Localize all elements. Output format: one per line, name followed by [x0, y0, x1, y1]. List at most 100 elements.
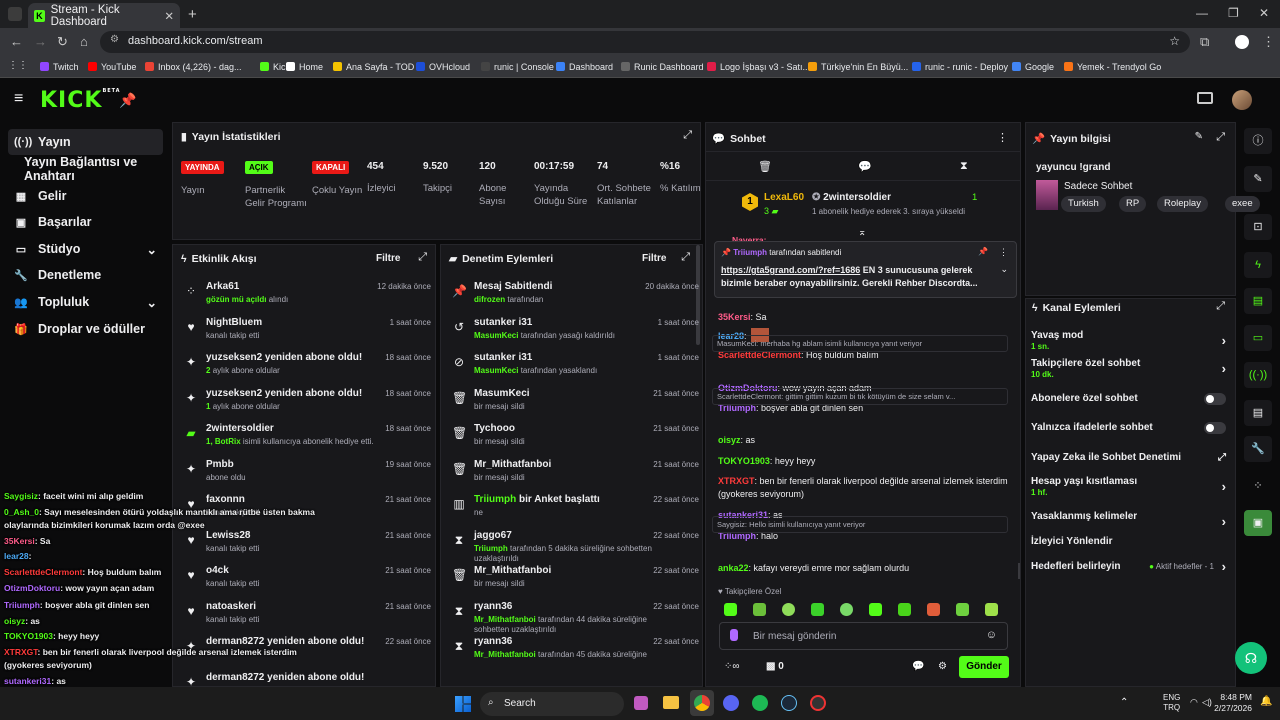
chat-icon[interactable]: ▭: [1244, 325, 1272, 351]
chat-message[interactable]: TOKYO1903: heyy heyy: [718, 455, 1008, 468]
home-icon[interactable]: ⌂: [80, 34, 88, 49]
tag-chip[interactable]: Turkish: [1061, 196, 1106, 212]
list-item[interactable]: ♥ natoaskeri kanalı takip etti 21 saat önce: [181, 601, 431, 635]
apps-icon[interactable]: ⋮⋮: [8, 60, 28, 71]
chat-message[interactable]: XTRXGT: ben bir fenerli olarak liverpool…: [718, 475, 1008, 501]
list-item[interactable]: ⁘ Arka61 gözün mü açıldı alındı 12 dakika ö…: [181, 281, 431, 315]
list-item[interactable]: ♥ Lewiss28 kanalı takip etti 21 saat önce: [181, 530, 431, 564]
avatar[interactable]: [1232, 90, 1252, 110]
sidebar-item-gelir[interactable]: ▦ Gelir: [8, 183, 163, 209]
bookmark-item[interactable]: Ana Sayfa - TOD: [333, 62, 414, 72]
bookmark-item[interactable]: Logo İşbaşı v3 - Satı...: [707, 62, 810, 72]
discord-icon[interactable]: [723, 695, 739, 711]
tray-chevron-icon[interactable]: ⌃: [1120, 697, 1128, 708]
list-item[interactable]: ⧗ ryann36 Mr_Mithatfanboi tarafından 45 da…: [449, 636, 699, 670]
list-item[interactable]: ⊘ sutanker i31 MasumKeci tarafından yasakl…: [449, 352, 699, 386]
channel-points-icon[interactable]: ⁘∞: [724, 661, 740, 672]
chrome-icon[interactable]: [694, 695, 710, 711]
bookmark-item[interactable]: Inbox (4,226) - dag...: [145, 62, 242, 72]
sidebar-item-topluluk[interactable]: 👥 Topluluk ⌄: [8, 289, 163, 315]
edit-icon[interactable]: ✎: [1244, 166, 1272, 192]
chevron-right-icon[interactable]: ›: [1222, 514, 1226, 529]
emote[interactable]: [811, 603, 824, 616]
channel-action-item[interactable]: Yavaş mod 1 sn. ›: [1031, 330, 1226, 352]
pinned-message[interactable]: 📌 Triiumph tarafından sabitlendi 📌 ⋮ ⌄ h…: [714, 241, 1017, 298]
pinned-menu-icon[interactable]: ⋮: [999, 247, 1008, 258]
chevron-right-icon[interactable]: ›: [1222, 479, 1226, 494]
chat-settings-icon[interactable]: ⚙: [938, 661, 947, 672]
channel-action-item[interactable]: İzleyici Yönlendir: [1031, 536, 1226, 558]
emote[interactable]: [956, 603, 969, 616]
channel-action-item[interactable]: Yasaklanmış kelimeler ›: [1031, 511, 1226, 533]
tag-chip[interactable]: Roleplay: [1157, 196, 1208, 212]
chevron-right-icon[interactable]: ›: [1222, 333, 1226, 348]
list-item[interactable]: ▰ 2wintersoldier 1, BotRix isimli kullanıc…: [181, 423, 431, 457]
chat-message-input[interactable]: Bir mesaj gönderin ☺: [719, 622, 1008, 650]
popout-icon[interactable]: ⤢: [681, 251, 690, 264]
support-headset-icon[interactable]: ☊: [1235, 642, 1267, 674]
list-item[interactable]: 🗑 Mr_Mithatfanboi bir mesajı sildi 22 saat …: [449, 565, 699, 599]
bookmark-item[interactable]: Dashboard: [556, 62, 613, 72]
chat-bubble-icon[interactable]: 💬: [858, 160, 872, 173]
tag-chip[interactable]: RP: [1119, 196, 1147, 212]
emote[interactable]: [898, 603, 911, 616]
windows-start-icon[interactable]: [455, 696, 471, 712]
chat-scrollbar[interactable]: [1018, 563, 1020, 579]
obs-icon[interactable]: [810, 695, 826, 711]
close-tab-icon[interactable]: ✕: [164, 9, 174, 23]
list-item[interactable]: ✦ derman8272 yeniden abone oldu!: [181, 672, 431, 687]
site-info-icon[interactable]: ⚙: [110, 34, 119, 45]
moderation-filter-button[interactable]: Filtre: [642, 253, 666, 264]
list-item[interactable]: ⧗ jaggo67 Triiumph tarafından 5 dakika sür…: [449, 530, 699, 564]
sidebar-item-stream-key[interactable]: Yayın Bağlantısı ve Anahtarı: [8, 155, 163, 183]
emote[interactable]: [985, 603, 998, 616]
chat-users-icon[interactable]: 💬: [912, 661, 924, 672]
microphone-icon[interactable]: [730, 629, 738, 641]
pin-icon[interactable]: 📌: [119, 92, 136, 109]
screenshot-icon[interactable]: ⊡: [1244, 214, 1272, 240]
app-icon[interactable]: ▣: [1244, 510, 1272, 536]
list-item[interactable]: ♥ NightBluem kanalı takip etti 1 saat önce: [181, 317, 431, 351]
wifi-icon[interactable]: ◠: [1190, 697, 1198, 708]
sidebar-item-yayin[interactable]: ((·)) Yayın: [8, 129, 163, 155]
popout-icon[interactable]: ⤢: [418, 251, 427, 264]
list-item[interactable]: 🗑 Tychooo bir mesajı sildi 21 saat önce: [449, 423, 699, 457]
channel-action-item[interactable]: Hesap yaşı kısıtlaması 1 hf. ›: [1031, 476, 1226, 498]
bookmark-item[interactable]: runic - runic - Deploy: [912, 62, 1008, 72]
popout-icon[interactable]: ⤢: [683, 129, 692, 142]
list-item[interactable]: ✦ Pmbb abone oldu 19 saat önce: [181, 459, 431, 493]
taskbar-search[interactable]: ⌕ Search: [480, 692, 624, 716]
wrench-icon[interactable]: 🔧: [1244, 436, 1272, 462]
activity-filter-button[interactable]: Filtre: [376, 253, 400, 264]
trash-icon[interactable]: 🗑: [758, 160, 772, 173]
restore-icon[interactable]: ❐: [1228, 6, 1239, 20]
info-icon[interactable]: ⓘ: [1244, 128, 1272, 154]
kick-logo[interactable]: KICKBETA: [40, 88, 121, 113]
sidebar-item-droplar[interactable]: 🎁 Droplar ve ödüller: [8, 316, 163, 342]
list-item[interactable]: ↺ sutanker i31 MasumKeci tarafından yasağı…: [449, 317, 699, 351]
list-item[interactable]: 🗑 Mr_Mithatfanboi bir mesajı sildi 21 saat …: [449, 459, 699, 493]
language-indicator[interactable]: ENG TRQ: [1163, 693, 1180, 713]
channel-action-item[interactable]: Takipçilere özel sohbet 10 dk. ›: [1031, 358, 1226, 380]
chat-username[interactable]: TOKYO1903: [718, 456, 770, 466]
chat-message[interactable]: oisyz: as: [718, 434, 1008, 447]
channel-action-item[interactable]: Abonelere özel sohbet: [1031, 393, 1226, 415]
pinned-link[interactable]: https://gta5grand.com/?ref=1686: [721, 265, 860, 275]
emote[interactable]: [927, 603, 940, 616]
notification-icon[interactable]: 🔔: [1260, 696, 1272, 707]
bookmark-star-icon[interactable]: ☆: [1169, 34, 1180, 48]
steam-icon[interactable]: [781, 695, 797, 711]
broadcast-icon[interactable]: ((·)): [1244, 362, 1272, 388]
dots-icon[interactable]: ⁘: [1244, 473, 1272, 499]
top-gifter-name[interactable]: LexaL60: [764, 192, 804, 203]
emote[interactable]: [869, 603, 882, 616]
minimize-icon[interactable]: —: [1196, 6, 1208, 20]
list-item[interactable]: 🗑 MasumKeci bir mesajı sildi 21 saat önce: [449, 388, 699, 422]
list-item[interactable]: 📌 Mesaj Sabitlendi difrozen tarafından 20 d…: [449, 281, 699, 315]
hourglass-icon[interactable]: ⧗: [960, 160, 968, 173]
file-explorer-icon[interactable]: [663, 696, 679, 709]
bookmark-item[interactable]: runic | Console: [481, 62, 554, 72]
new-tab-icon[interactable]: +: [188, 6, 197, 23]
back-icon[interactable]: ←: [10, 34, 23, 49]
stream-category[interactable]: Sadece Sohbet: [1064, 181, 1132, 192]
